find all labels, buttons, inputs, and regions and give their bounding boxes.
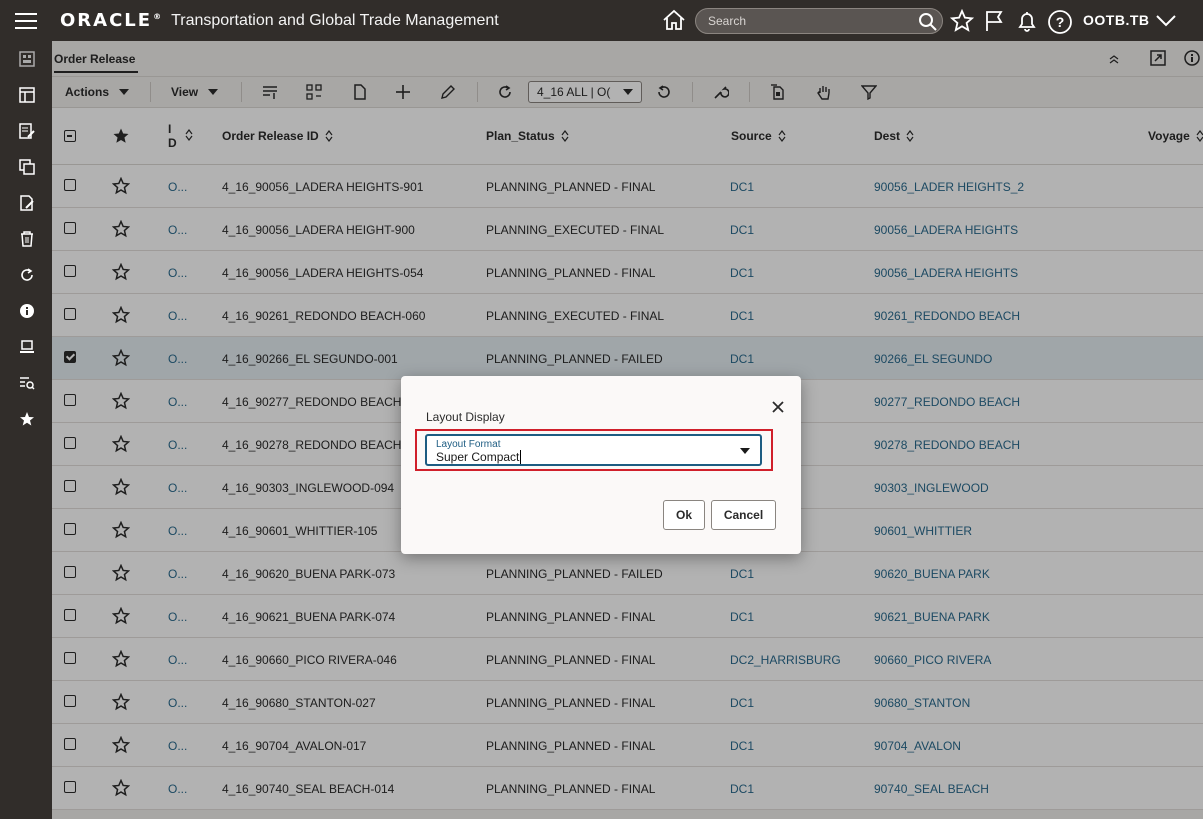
user-menu-chevron-down-icon[interactable] (1154, 10, 1178, 33)
search-box (695, 8, 943, 34)
chevron-down-icon[interactable] (740, 448, 750, 454)
document-edit-icon[interactable] (17, 193, 37, 213)
search-icon[interactable] (918, 12, 938, 35)
hamburger-menu-icon[interactable] (0, 0, 52, 41)
close-icon[interactable] (771, 400, 785, 417)
left-navigation-rail (0, 41, 52, 819)
ok-button[interactable]: Ok (663, 500, 705, 530)
cancel-button[interactable]: Cancel (711, 500, 776, 530)
user-name[interactable]: OOTB.TB (1083, 12, 1150, 28)
layout-format-select[interactable]: Layout Format Super Compact (425, 434, 762, 466)
layout-icon[interactable] (17, 85, 37, 105)
layout-format-label: Layout Format (436, 439, 501, 450)
help-icon[interactable]: ? (1047, 9, 1073, 38)
dialog-title: Layout Display (426, 410, 505, 424)
info-icon[interactable] (17, 301, 37, 321)
svg-text:?: ? (1056, 14, 1065, 30)
search-list-icon[interactable] (17, 373, 37, 393)
refresh-icon[interactable] (17, 265, 37, 285)
notifications-bell-icon[interactable] (1015, 9, 1039, 36)
delete-trash-icon[interactable] (17, 229, 37, 249)
flag-icon[interactable] (983, 9, 1007, 36)
laptop-icon[interactable] (17, 337, 37, 357)
layout-display-dialog: Layout Display Layout Format Super Compa… (401, 376, 801, 554)
home-icon[interactable] (662, 9, 686, 34)
top-bar: ORACLE® Transportation and Global Trade … (0, 0, 1203, 41)
app-title: Transportation and Global Trade Manageme… (171, 11, 499, 29)
favorites-star-icon[interactable] (17, 409, 37, 429)
dashboard-icon[interactable] (17, 49, 37, 69)
copy-icon[interactable] (17, 157, 37, 177)
oracle-logo: ORACLE® (60, 10, 164, 31)
layout-format-value: Super Compact (436, 450, 522, 464)
favorites-star-icon[interactable] (949, 8, 975, 36)
edit-list-icon[interactable] (17, 121, 37, 141)
search-input[interactable] (696, 9, 906, 33)
